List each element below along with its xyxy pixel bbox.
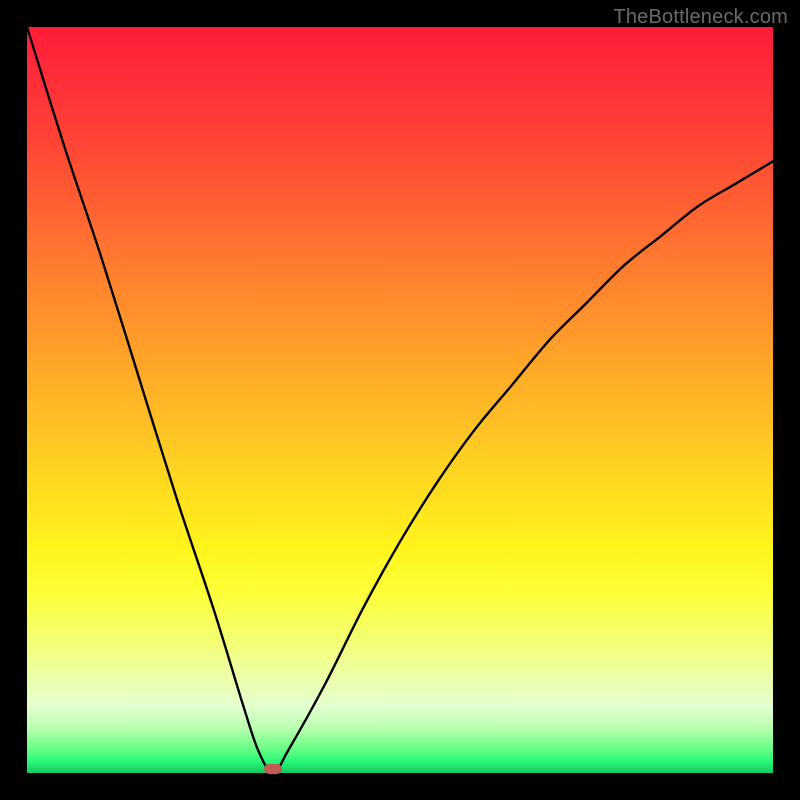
plot-area [27,27,773,773]
curve-path [27,27,773,773]
watermark-text: TheBottleneck.com [613,6,788,29]
chart-frame: TheBottleneck.com [0,0,800,800]
bottleneck-curve [27,27,773,773]
optimum-marker [264,764,282,774]
